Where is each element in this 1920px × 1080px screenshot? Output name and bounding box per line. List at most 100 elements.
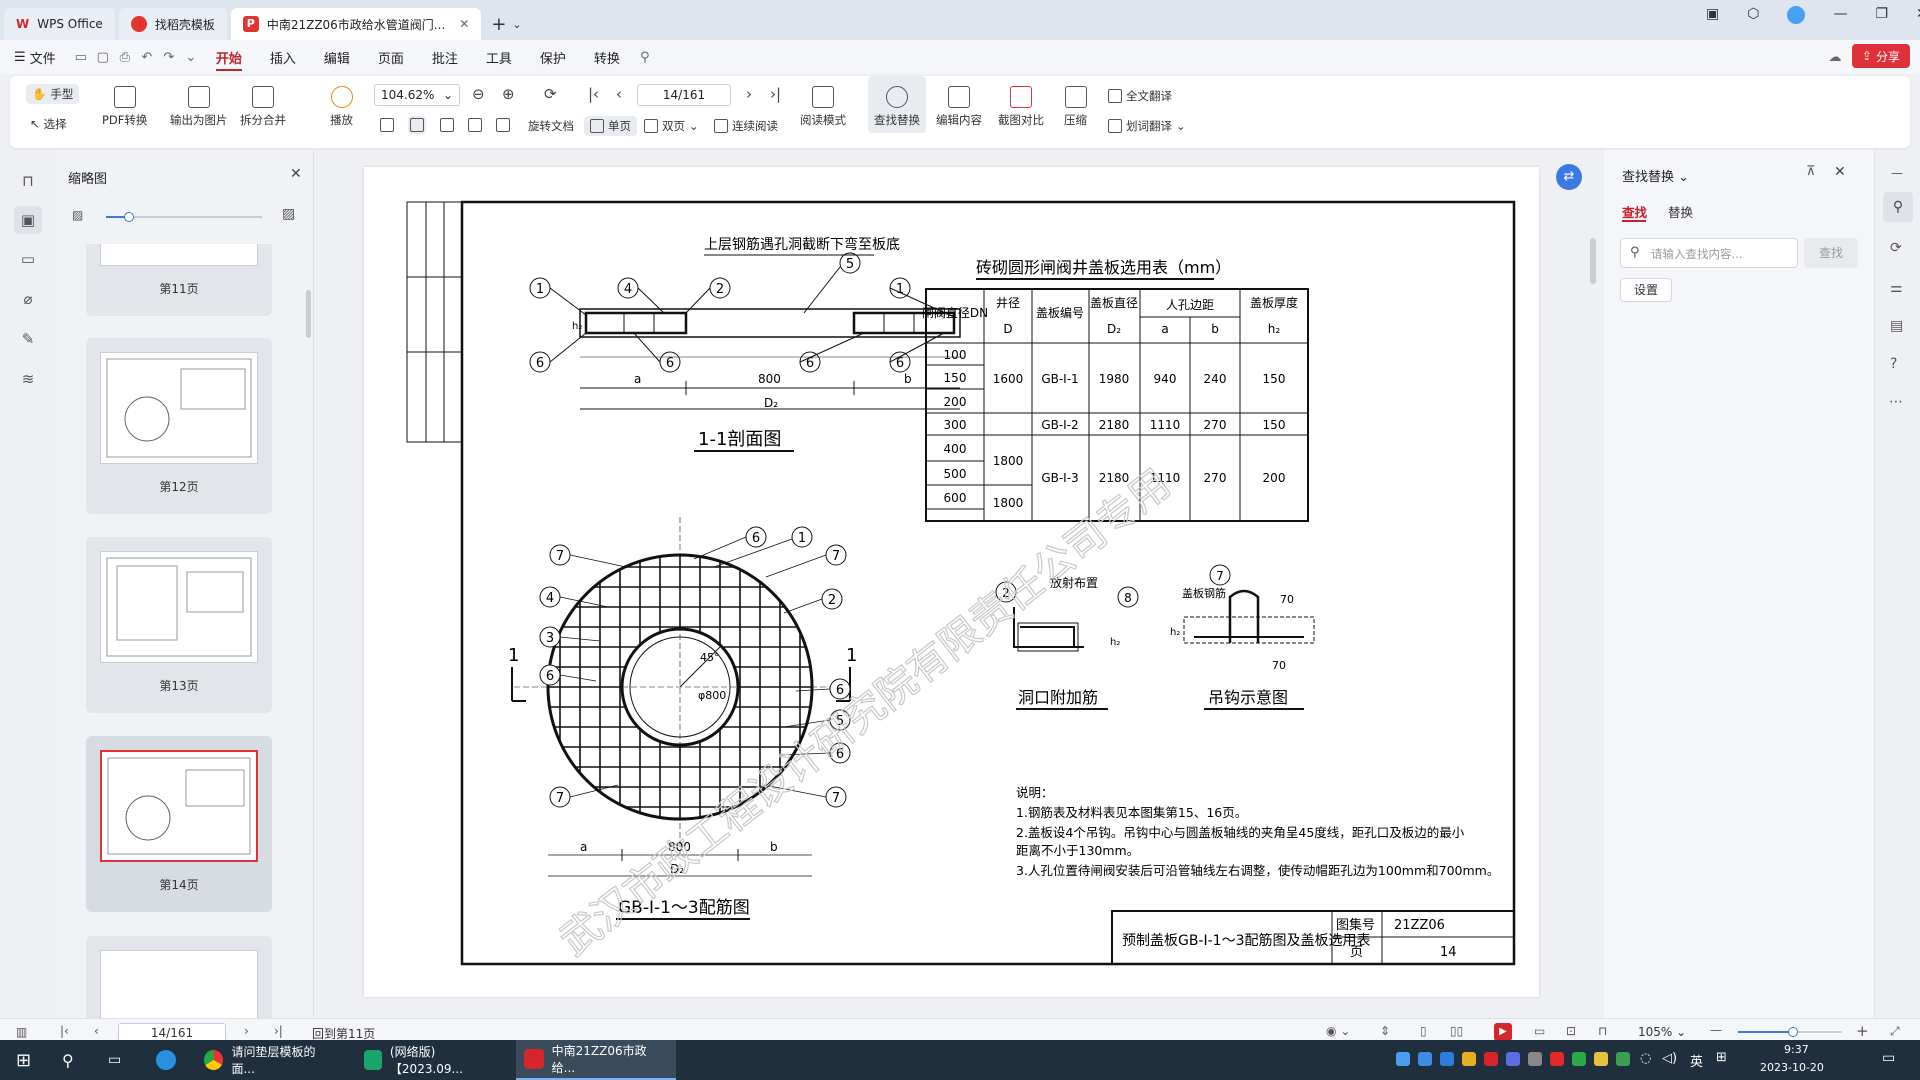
continuous-read-button[interactable]: 连续阅读 xyxy=(714,118,778,134)
sidebar-toggle-icon[interactable]: ▥ xyxy=(16,1025,27,1039)
thumbnail-page-15[interactable] xyxy=(86,936,272,1018)
thumb-size-slider[interactable] xyxy=(106,212,262,222)
zoom-level[interactable]: 105% ⌄ xyxy=(1638,1025,1686,1039)
clock-date[interactable]: 2023-10-20 xyxy=(1760,1061,1824,1074)
small-thumb-icon[interactable]: ▨ xyxy=(72,208,83,222)
wifi-icon[interactable]: ◌ xyxy=(1640,1051,1651,1066)
tray-icon[interactable] xyxy=(1528,1052,1542,1066)
tab-wps-office[interactable]: W WPS Office xyxy=(4,8,115,40)
menu-comment[interactable]: 批注 xyxy=(418,40,472,74)
menu-protect[interactable]: 保护 xyxy=(526,40,580,74)
menu-file[interactable]: ☰ 文件 xyxy=(0,40,70,74)
rotate-icon[interactable]: ⟳ xyxy=(544,85,557,103)
edit-content-button[interactable]: 编辑内容 xyxy=(936,86,982,128)
layers-icon[interactable]: ≋ xyxy=(18,370,38,390)
fit-page-button[interactable] xyxy=(408,116,426,134)
reader-icon[interactable]: ▤ xyxy=(1890,318,1903,334)
avatar[interactable] xyxy=(1787,6,1806,24)
edge-icon[interactable] xyxy=(148,1040,184,1080)
thumbnail-icon[interactable]: ▣ xyxy=(14,206,42,234)
pdf-convert-button[interactable]: PDF转换 xyxy=(102,86,147,128)
eye-icon[interactable]: ◉ ⌄ xyxy=(1326,1024,1350,1038)
fullscreen-icon[interactable]: ⤢ xyxy=(1890,1024,1900,1039)
cube-icon[interactable]: ⬡ xyxy=(1747,6,1759,24)
thumbnail-scrollbar[interactable] xyxy=(306,290,311,338)
prev-page-icon[interactable]: ‹ xyxy=(94,1024,99,1038)
zoom-slider-handle[interactable] xyxy=(1788,1027,1798,1037)
last-page-icon[interactable]: ›| xyxy=(274,1024,283,1038)
next-page-icon[interactable]: › xyxy=(244,1024,249,1038)
close-tab-icon[interactable]: ✕ xyxy=(459,17,469,31)
export-image-button[interactable]: 输出为图片 xyxy=(170,86,228,128)
volume-icon[interactable]: ◁) xyxy=(1662,1051,1677,1066)
minus-icon[interactable]: — xyxy=(1891,166,1903,180)
thumbnail-page-12[interactable]: 第12页 xyxy=(86,338,272,514)
floating-tool-icon[interactable]: ⇄ xyxy=(1556,164,1582,190)
rotate-right-button[interactable] xyxy=(496,118,510,132)
taskbar-app2[interactable]: (网络版)【2023.09... xyxy=(356,1040,504,1080)
menu-convert[interactable]: 转换 xyxy=(580,40,634,74)
search-icon[interactable]: ⚲ xyxy=(634,50,656,65)
read-mode-button[interactable]: 阅读模式 xyxy=(800,86,846,128)
find-replace-button[interactable]: 查找替换 xyxy=(868,76,926,133)
slider-handle[interactable] xyxy=(124,212,134,222)
pin-icon[interactable]: ⊼ xyxy=(1806,164,1816,179)
minimize-icon[interactable]: — xyxy=(1833,6,1847,24)
help-icon[interactable]: ? xyxy=(1890,356,1897,372)
hand-tool-button[interactable]: ✋ 手型 xyxy=(26,84,80,104)
keyboard-icon[interactable]: ⊞ xyxy=(1716,1050,1727,1065)
large-thumb-icon[interactable]: ▨ xyxy=(282,206,295,222)
settings-button[interactable]: 设置 xyxy=(1620,278,1672,302)
single-view-icon[interactable]: ▯ xyxy=(1420,1024,1427,1038)
fit-width-icon[interactable]: ⊓ xyxy=(1598,1024,1607,1038)
tray-icon[interactable] xyxy=(1396,1052,1410,1066)
redo-icon[interactable]: ↷ xyxy=(158,50,180,65)
double-page-button[interactable]: 双页 ⌄ xyxy=(644,118,699,134)
share-button[interactable]: ⇪ 分享 xyxy=(1851,44,1910,68)
signature-icon[interactable]: ✎ xyxy=(18,330,38,350)
zoom-in-icon[interactable]: ⊕ xyxy=(502,85,515,103)
cloud-icon[interactable]: ☁ xyxy=(1824,50,1846,65)
undo-icon[interactable]: ↶ xyxy=(136,50,158,65)
start-button[interactable]: ⊞ xyxy=(8,1040,39,1080)
menu-edit[interactable]: 编辑 xyxy=(310,40,364,74)
menu-insert[interactable]: 插入 xyxy=(256,40,310,74)
thumbnail-page-13[interactable]: 第13页 xyxy=(86,537,272,713)
split-merge-button[interactable]: 拆分合并 xyxy=(240,86,286,128)
fit-width-button[interactable] xyxy=(440,118,454,132)
attachment-icon[interactable]: ⌀ xyxy=(18,290,38,310)
close-panel-icon[interactable]: ✕ xyxy=(290,166,302,182)
tray-icon[interactable] xyxy=(1616,1052,1630,1066)
tab-template[interactable]: 找稻壳模板 xyxy=(118,8,227,40)
word-translate-button[interactable]: 划词翻译 ⌄ xyxy=(1108,118,1186,134)
menu-home[interactable]: 开始 xyxy=(202,40,256,74)
menu-tools[interactable]: 工具 xyxy=(472,40,526,74)
page-number-input[interactable]: 14/161 xyxy=(637,84,731,106)
thumbnail-page-11[interactable]: 第11页 xyxy=(86,244,272,316)
tray-icon[interactable] xyxy=(1484,1052,1498,1066)
tray-icon[interactable] xyxy=(1440,1052,1454,1066)
replace-tab[interactable]: 替换 xyxy=(1668,202,1693,221)
zoom-out-icon[interactable]: — xyxy=(1710,1023,1722,1037)
fit-icon[interactable]: ⇕ xyxy=(1380,1024,1390,1038)
actual-size-button[interactable] xyxy=(380,118,394,132)
tray-icon[interactable] xyxy=(1594,1052,1608,1066)
fit-page-icon[interactable]: ⊡ xyxy=(1566,1024,1576,1038)
more-icon[interactable]: ⋯ xyxy=(1889,394,1903,410)
save-icon[interactable]: ▢ xyxy=(92,50,114,65)
full-translate-button[interactable]: 全文翻译 xyxy=(1108,88,1172,104)
first-page-icon[interactable]: |‹ xyxy=(60,1024,69,1038)
tab-current-doc[interactable]: P 中南21ZZ06市政给水管道阀门... ✕ xyxy=(230,8,482,40)
notification-icon[interactable]: ▭ xyxy=(1882,1050,1895,1066)
search-icon[interactable]: ⚲ xyxy=(54,1040,82,1080)
last-page-icon[interactable]: ›| xyxy=(770,85,781,103)
select-tool-button[interactable]: ↖ 选择 xyxy=(30,116,67,132)
adjust-icon[interactable]: ⚌ xyxy=(1890,280,1903,296)
zoom-in-icon[interactable]: + xyxy=(1856,1022,1869,1040)
task-view-icon[interactable]: ▭ xyxy=(100,1040,129,1080)
taskbar-wps[interactable]: 中南21ZZ06市政给... xyxy=(516,1040,676,1080)
zoom-slider[interactable] xyxy=(1738,1027,1842,1037)
first-page-icon[interactable]: |‹ xyxy=(588,85,599,103)
thumbnail-page-14[interactable]: 第14页 xyxy=(86,736,272,912)
single-page-button[interactable]: 单页 xyxy=(584,116,637,136)
